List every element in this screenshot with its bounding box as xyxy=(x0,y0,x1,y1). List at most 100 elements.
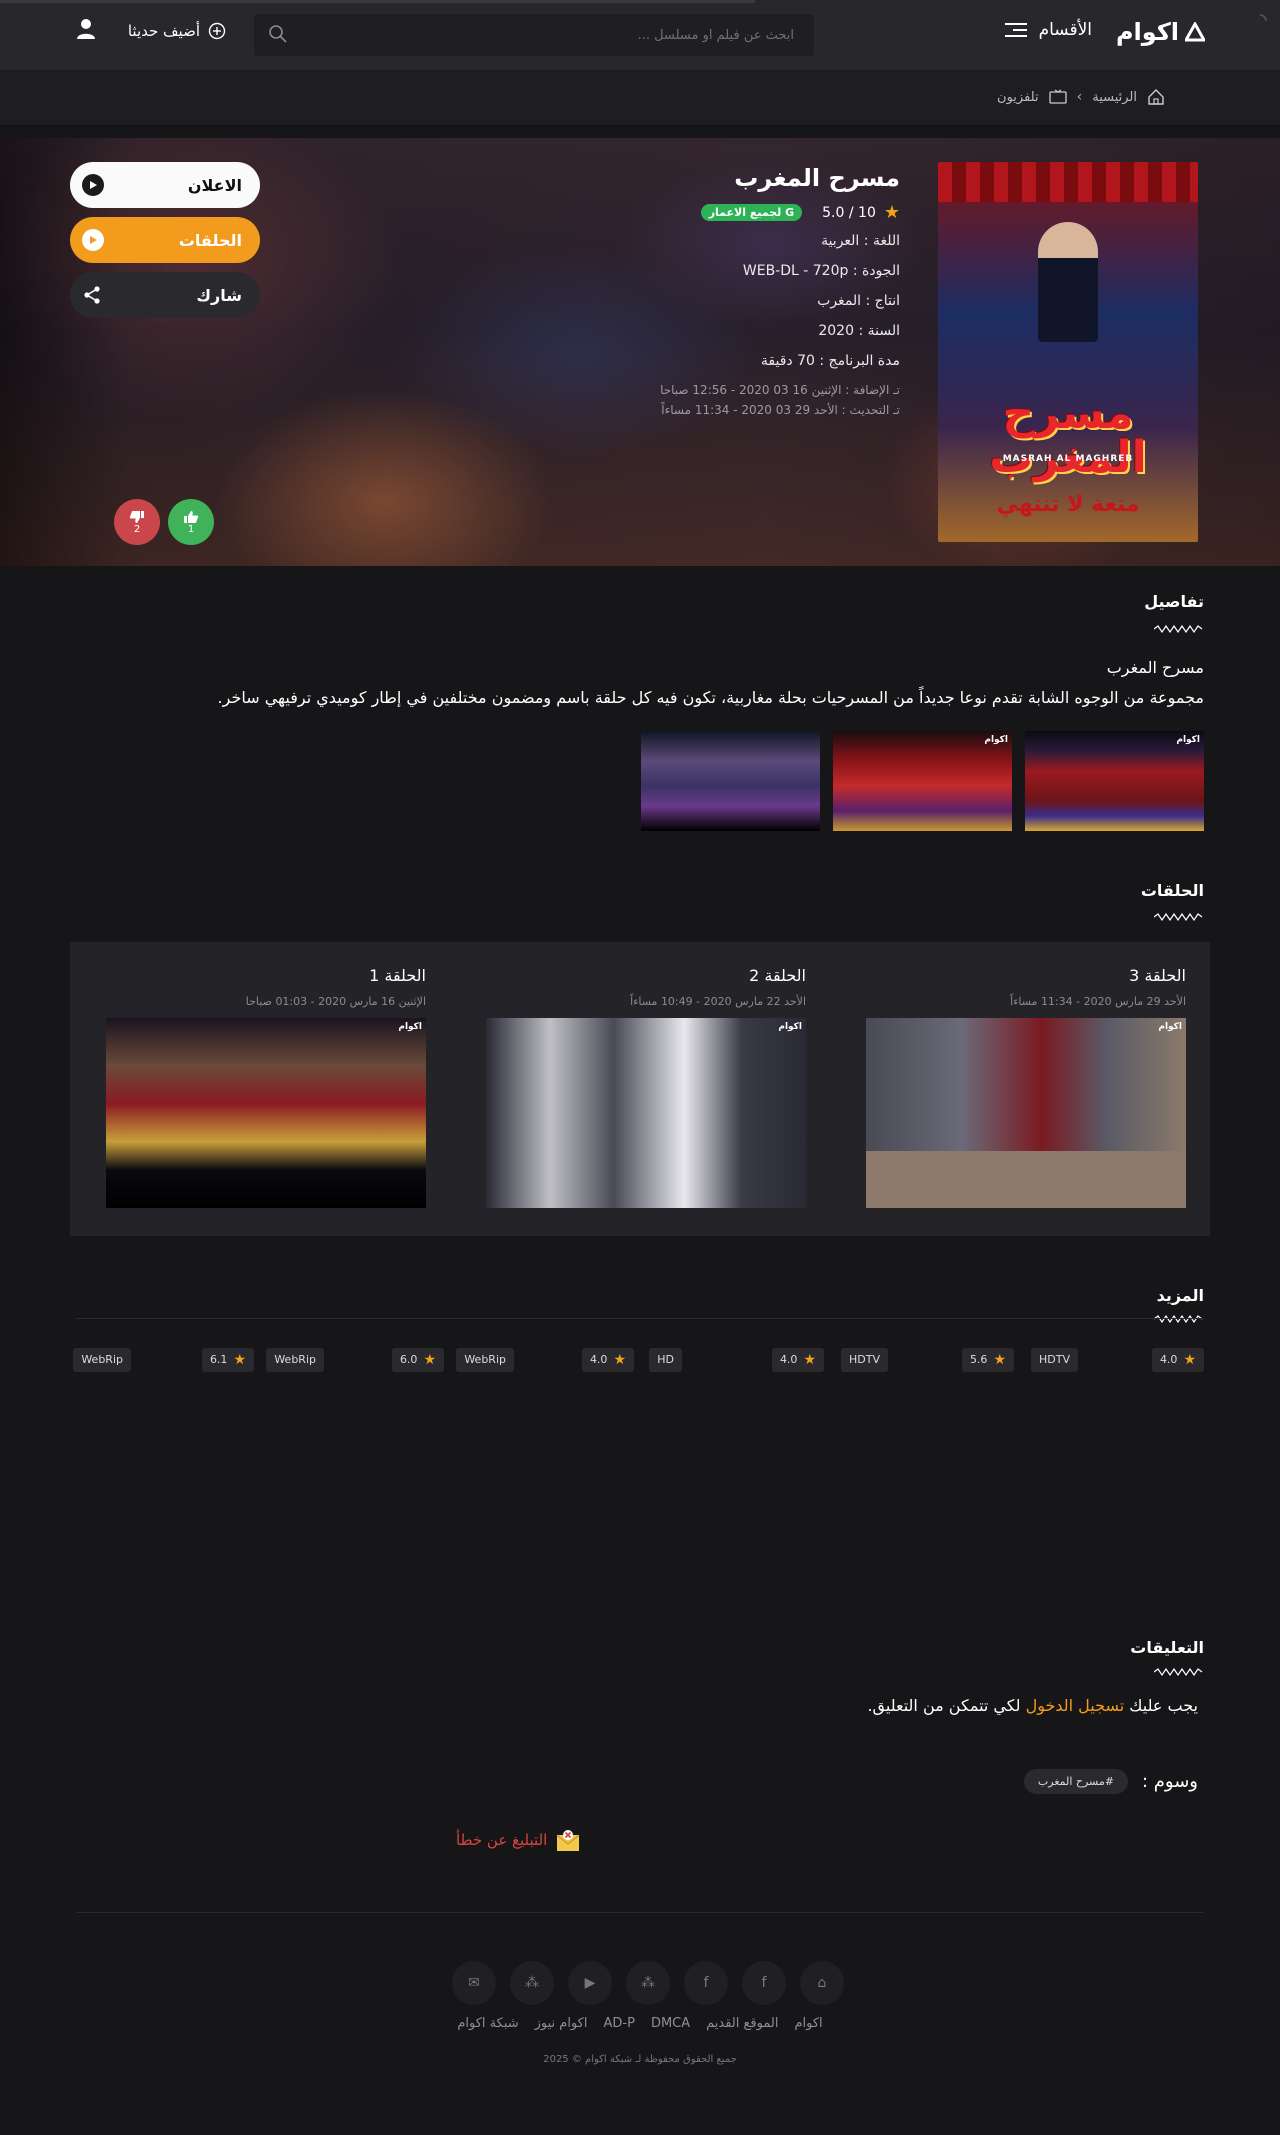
breadcrumb: الرئيسية › تلفزيون xyxy=(997,88,1165,106)
categories-menu-button[interactable]: الأقسام xyxy=(1004,20,1092,40)
rating-badge: ★5.6 xyxy=(961,1348,1014,1372)
episode-card[interactable]: الحلقة 3 الأحد 29 مارس 2020 - 11:34 مساء… xyxy=(866,966,1186,1208)
logo-text: اكوام xyxy=(1115,18,1179,46)
report-icon xyxy=(556,1830,580,1851)
site-logo[interactable]: اكوام xyxy=(1116,18,1205,46)
episode-thumbnail[interactable]: اكوام xyxy=(486,1018,806,1208)
episode-card[interactable]: الحلقة 2 الأحد 22 مارس 2020 - 10:49 مساء… xyxy=(486,966,806,1208)
star-icon: ★ xyxy=(883,202,900,223)
episode-date: الإثنين 16 مارس 2020 - 01:03 صباحا xyxy=(245,995,426,1008)
age-rating-badge: G لجميع الاعمار xyxy=(700,204,803,221)
more-list: ★4.0 HDTV ★5.6 HDTV ★4.0 HD ★4.0 WebRip … xyxy=(73,1348,1204,1372)
login-link[interactable]: تسجيل الدخول xyxy=(1026,1696,1125,1715)
trailer-button[interactable]: الاعلان xyxy=(70,162,260,208)
details-heading: تفاصيل xyxy=(1144,592,1204,611)
quality-badge: HDTV xyxy=(1031,1348,1078,1372)
mail-icon[interactable]: ✉ xyxy=(452,1961,496,2005)
footer-link[interactable]: AD-P xyxy=(604,2016,635,2031)
watermark: اكوام xyxy=(778,1022,802,1032)
youtube-icon[interactable]: ▶ xyxy=(568,1961,612,2005)
footer-link[interactable]: اكوام نيوز xyxy=(535,2016,588,2031)
dislikes-count: 2 xyxy=(133,523,141,535)
more-heading: المزيد xyxy=(1156,1286,1204,1305)
show-rating: 10 / 5.0 xyxy=(822,204,876,221)
section-divider xyxy=(1154,625,1203,633)
share-label: شارك xyxy=(196,285,242,305)
show-duration: مدة البرنامج : 70 دقيقة xyxy=(760,353,900,369)
footer-link[interactable]: DMCA xyxy=(651,2016,690,2031)
details-description: مجموعة من الوجوه الشابة تقدم نوعا جديداً… xyxy=(217,688,1204,707)
spinner-icon xyxy=(1259,14,1267,22)
watermark: اكوام xyxy=(1158,1022,1182,1032)
loading-bar xyxy=(0,0,755,3)
poster-title-en: MASRAH AL MAGHREB xyxy=(1002,454,1134,464)
dislike-button[interactable]: 2 xyxy=(114,499,160,545)
tag-chip[interactable]: #مسرح المغرب xyxy=(1023,1769,1128,1794)
episode-title[interactable]: الحلقة 1 xyxy=(106,966,426,985)
episode-date: الأحد 29 مارس 2020 - 11:34 مساءاً xyxy=(1010,995,1186,1008)
show-title: مسرح المغرب xyxy=(734,164,900,192)
breadcrumb-section[interactable]: تلفزيون xyxy=(997,90,1039,105)
section-divider xyxy=(1154,1668,1203,1676)
show-quality: الجودة : WEB-DL - 720p xyxy=(742,263,900,279)
quality-badge: HD xyxy=(649,1348,682,1372)
social-links: ✉ ⁂ ▶ ⁂ f f ⌂ xyxy=(452,1961,844,2005)
episode-thumbnail[interactable]: اكوام xyxy=(866,1018,1186,1208)
facebook-icon[interactable]: f xyxy=(742,1961,786,2005)
report-error-link[interactable]: التبليغ عن خطأ xyxy=(456,1827,581,1853)
star-icon: ★ xyxy=(233,1352,246,1368)
hero-actions: الاعلان الحلقات شارك xyxy=(70,162,260,327)
recently-added-link[interactable]: أضيف حديثا xyxy=(128,22,226,40)
star-icon: ★ xyxy=(993,1352,1006,1368)
episodes-heading: الحلقات xyxy=(1140,881,1204,900)
search-box xyxy=(254,14,814,56)
rating-badge: ★4.0 xyxy=(581,1348,634,1372)
home-icon[interactable]: ⌂ xyxy=(800,1961,844,2005)
facebook-icon[interactable]: f xyxy=(684,1961,728,2005)
star-icon: ★ xyxy=(423,1352,436,1368)
poster-title: مسرح المغرب xyxy=(989,388,1147,483)
like-button[interactable]: 1 xyxy=(168,499,214,545)
share-button[interactable]: شارك xyxy=(70,272,260,318)
screenshot[interactable] xyxy=(641,731,820,831)
watermark: اكوام xyxy=(398,1022,422,1032)
footer-link[interactable]: الموقع القديم xyxy=(706,2016,778,2031)
share-icon xyxy=(84,286,100,304)
user-icon[interactable] xyxy=(76,18,96,40)
network-icon[interactable]: ⁂ xyxy=(510,1961,554,2005)
copyright: جميع الحقوق محفوظة لـ شبكة اكوام © 2025 xyxy=(543,2054,737,2065)
episodes-button[interactable]: الحلقات xyxy=(70,217,260,263)
watermark: اكوام xyxy=(984,735,1008,745)
search-input[interactable] xyxy=(254,14,814,56)
show-dates: تـ الإضافة : الإثنين 16 03 2020 - 12:56 … xyxy=(480,383,900,417)
network-icon[interactable]: ⁂ xyxy=(626,1961,670,2005)
trailer-label: الاعلان xyxy=(187,175,242,195)
rating-badge: ★6.0 xyxy=(391,1348,444,1372)
home-icon[interactable] xyxy=(1147,88,1165,106)
footer-links: اكوام الموقع القديم DMCA AD-P اكوام نيوز… xyxy=(452,2016,828,2031)
play-icon xyxy=(82,174,104,196)
footer-link[interactable]: اكوام xyxy=(794,2016,822,2031)
watermark: اكوام xyxy=(1176,735,1200,745)
episode-thumbnail[interactable]: اكوام xyxy=(106,1018,426,1208)
quality-badge: WebRip xyxy=(456,1348,514,1372)
updated-date: تـ التحديث : الأحد 29 03 2020 - 11:34 مس… xyxy=(661,403,900,417)
episode-card[interactable]: الحلقة 1 الإثنين 16 مارس 2020 - 01:03 صب… xyxy=(106,966,426,1208)
screenshot[interactable]: اكوام xyxy=(1025,731,1204,831)
show-production: انتاج : المغرب xyxy=(817,293,900,309)
show-language: اللغة : العربية xyxy=(821,233,900,249)
poster-tagline: متعة لا تنتهي xyxy=(996,492,1140,517)
screenshot[interactable]: اكوام xyxy=(833,731,1012,831)
recently-added-label: أضيف حديثا xyxy=(127,22,200,40)
rating-line: ★ 10 / 5.0 G لجميع الاعمار xyxy=(480,202,900,223)
quality-badge: WebRip xyxy=(266,1348,324,1372)
episode-title[interactable]: الحلقة 2 xyxy=(486,966,806,985)
tags: وسوم : #مسرح المغرب xyxy=(1023,1769,1198,1794)
screenshots-row: اكوام اكوام xyxy=(641,731,1204,831)
footer-link[interactable]: شبكة اكوام xyxy=(457,2016,518,2031)
search-icon[interactable] xyxy=(268,24,288,44)
star-icon: ★ xyxy=(613,1352,626,1368)
episodes-label: الحلقات xyxy=(178,230,242,250)
breadcrumb-home[interactable]: الرئيسية xyxy=(1092,90,1137,105)
episode-title[interactable]: الحلقة 3 xyxy=(866,966,1186,985)
